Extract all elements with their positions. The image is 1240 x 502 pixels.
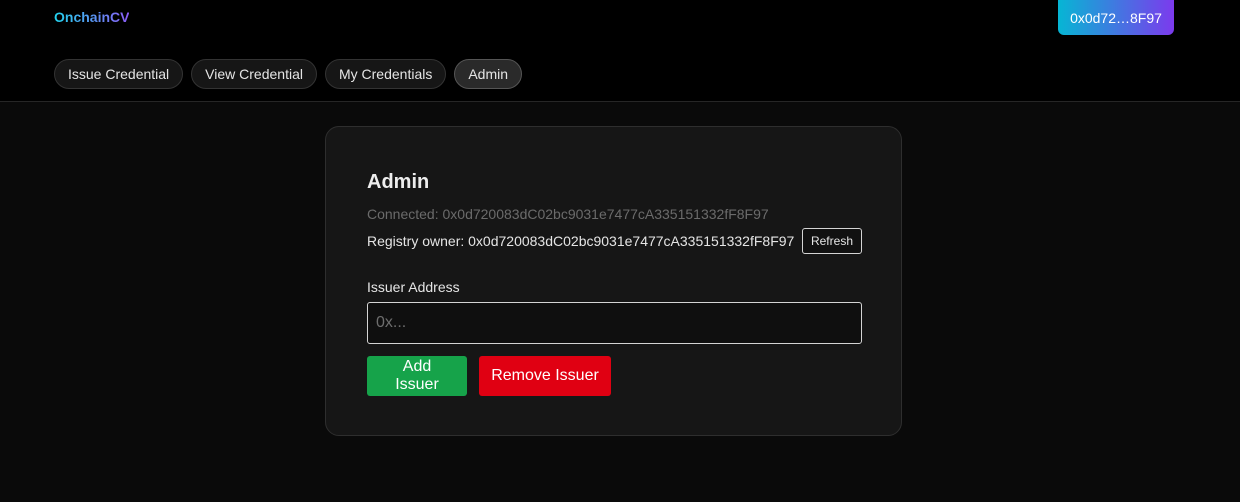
registry-owner: Registry owner: 0x0d720083dC02bc9031e747… xyxy=(367,233,795,249)
remove-issuer-button[interactable]: Remove Issuer xyxy=(479,356,611,396)
connected-address: Connected: 0x0d720083dC02bc9031e7477cA33… xyxy=(367,206,769,222)
top-bar: OnchainCV 0x0d72…8F97 Issue Credential V… xyxy=(0,0,1240,102)
tab-my-credentials[interactable]: My Credentials xyxy=(324,59,447,89)
page-title: Admin xyxy=(367,171,430,193)
refresh-button[interactable]: Refresh xyxy=(801,228,862,254)
issuer-address-input[interactable] xyxy=(367,302,862,344)
add-issuer-button[interactable]: Add Issuer xyxy=(367,356,467,396)
tab-issue-credential[interactable]: Issue Credential xyxy=(54,59,184,89)
wallet-button[interactable]: 0x0d72…8F97 xyxy=(1058,0,1174,35)
tab-view-credential[interactable]: View Credential xyxy=(191,59,317,89)
issuer-actions: Add Issuer Remove Issuer xyxy=(367,356,611,396)
registry-owner-row: Registry owner: 0x0d720083dC02bc9031e747… xyxy=(367,228,862,254)
brand-logo[interactable]: OnchainCV xyxy=(54,9,129,25)
admin-card: Admin Connected: 0x0d720083dC02bc9031e74… xyxy=(325,126,902,436)
issuer-address-label: Issuer Address xyxy=(367,279,460,295)
main-nav: Issue Credential View Credential My Cred… xyxy=(54,59,523,89)
tab-admin[interactable]: Admin xyxy=(454,59,523,89)
